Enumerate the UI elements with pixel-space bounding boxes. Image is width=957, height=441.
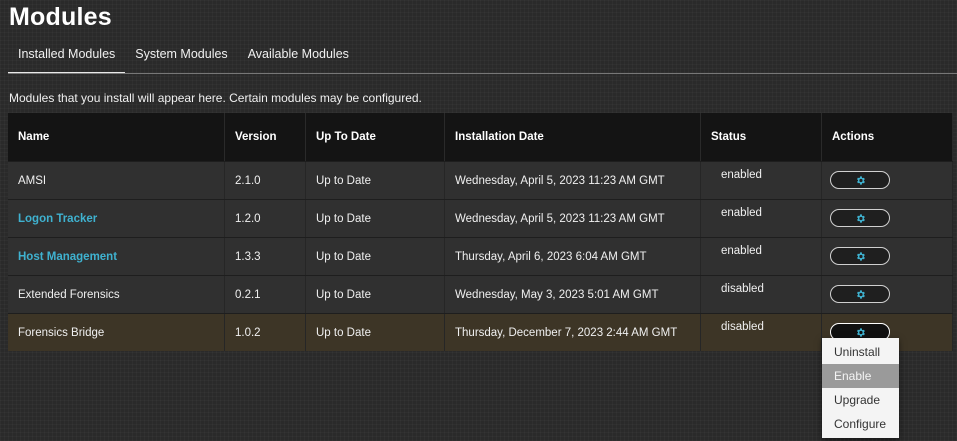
header-up-to-date[interactable]: Up To Date [306, 113, 445, 161]
actions-dropdown-menu: Uninstall Enable Upgrade Configure [822, 338, 899, 438]
module-actions-cell [822, 162, 953, 199]
header-installation-date[interactable]: Installation Date [445, 113, 701, 161]
modules-table: Name Version Up To Date Installation Dat… [8, 113, 953, 351]
tab-installed-modules[interactable]: Installed Modules [8, 40, 126, 74]
actions-button[interactable] [830, 285, 890, 303]
gear-icon [855, 213, 866, 224]
gear-icon [855, 251, 866, 262]
actions-button[interactable] [830, 209, 890, 227]
module-up-to-date: Up to Date [306, 314, 445, 351]
header-status[interactable]: Status [701, 113, 822, 161]
module-actions-cell [822, 276, 953, 313]
module-actions-cell [822, 200, 953, 237]
module-status: enabled [701, 200, 822, 237]
module-version: 1.0.2 [225, 314, 306, 351]
tabs-divider [8, 73, 957, 74]
page-title: Modules [9, 3, 112, 31]
table-row-selected: Forensics Bridge 1.0.2 Up to Date Thursd… [8, 313, 953, 351]
module-installation-date: Wednesday, April 5, 2023 11:23 AM GMT [445, 200, 701, 237]
gear-icon [855, 289, 866, 300]
module-status: enabled [701, 238, 822, 275]
header-name[interactable]: Name [8, 113, 225, 161]
module-tabs: Installed Modules System Modules Availab… [8, 40, 359, 74]
module-name: AMSI [8, 162, 225, 199]
module-version: 1.3.3 [225, 238, 306, 275]
table-row: Extended Forensics 0.2.1 Up to Date Wedn… [8, 275, 953, 313]
table-row: Host Management 1.3.3 Up to Date Thursda… [8, 237, 953, 275]
module-up-to-date: Up to Date [306, 276, 445, 313]
module-name: Extended Forensics [8, 276, 225, 313]
menu-item-uninstall[interactable]: Uninstall [822, 340, 899, 364]
tab-system-modules[interactable]: System Modules [125, 40, 237, 74]
module-actions-cell [822, 238, 953, 275]
table-row: Logon Tracker 1.2.0 Up to Date Wednesday… [8, 199, 953, 237]
module-status: disabled [701, 314, 822, 351]
table-row: AMSI 2.1.0 Up to Date Wednesday, April 5… [8, 161, 953, 199]
module-up-to-date: Up to Date [306, 162, 445, 199]
module-name: Forensics Bridge [8, 314, 225, 351]
menu-item-enable[interactable]: Enable [822, 364, 899, 388]
page-description: Modules that you install will appear her… [9, 91, 422, 105]
modules-page: Modules Installed Modules System Modules… [0, 0, 957, 441]
tab-available-modules[interactable]: Available Modules [238, 40, 359, 74]
actions-button[interactable] [830, 171, 890, 189]
module-installation-date: Wednesday, April 5, 2023 11:23 AM GMT [445, 162, 701, 199]
module-version: 2.1.0 [225, 162, 306, 199]
module-name-link[interactable]: Logon Tracker [8, 200, 225, 237]
module-up-to-date: Up to Date [306, 238, 445, 275]
gear-icon [855, 327, 866, 338]
module-installation-date: Thursday, April 6, 2023 6:04 AM GMT [445, 238, 701, 275]
menu-item-upgrade[interactable]: Upgrade [822, 388, 899, 412]
module-installation-date: Thursday, December 7, 2023 2:44 AM GMT [445, 314, 701, 351]
module-version: 0.2.1 [225, 276, 306, 313]
module-status: enabled [701, 162, 822, 199]
module-installation-date: Wednesday, May 3, 2023 5:01 AM GMT [445, 276, 701, 313]
actions-button[interactable] [830, 247, 890, 265]
table-header: Name Version Up To Date Installation Dat… [8, 113, 953, 161]
menu-item-configure[interactable]: Configure [822, 412, 899, 436]
header-version[interactable]: Version [225, 113, 306, 161]
module-version: 1.2.0 [225, 200, 306, 237]
module-status: disabled [701, 276, 822, 313]
module-name-link[interactable]: Host Management [8, 238, 225, 275]
module-up-to-date: Up to Date [306, 200, 445, 237]
header-actions: Actions [822, 113, 953, 161]
gear-icon [855, 175, 866, 186]
